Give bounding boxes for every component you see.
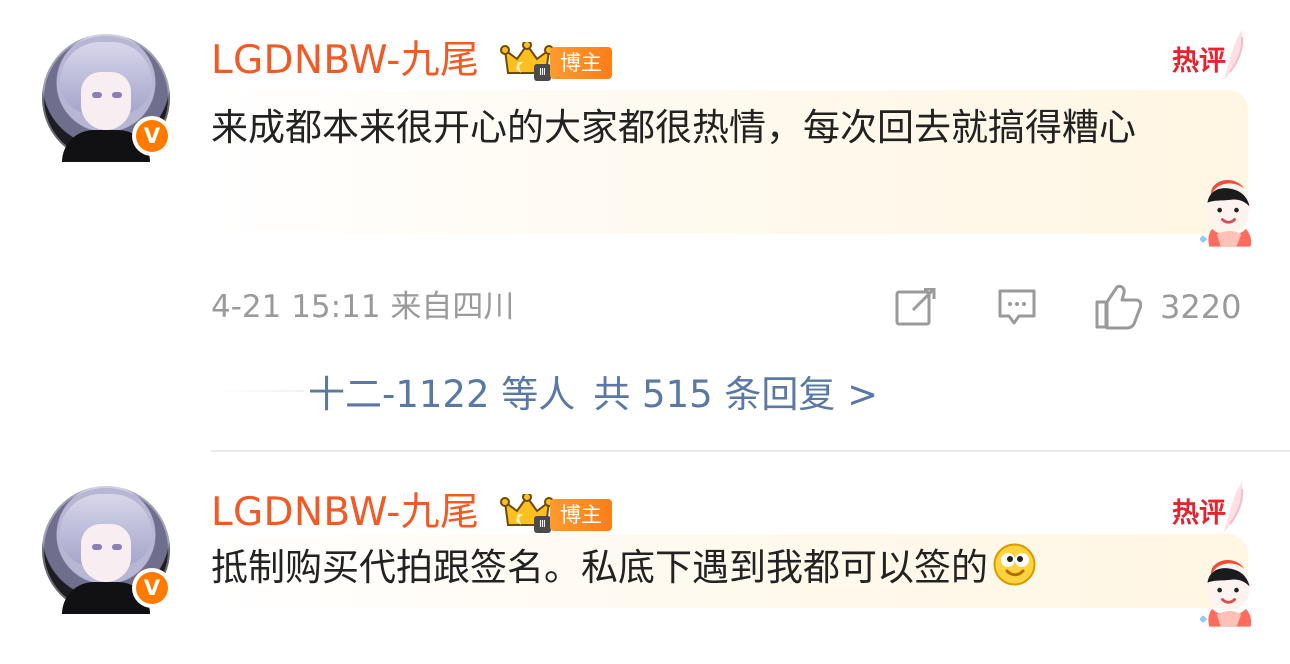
share-icon [895, 288, 936, 326]
verified-icon: V [136, 572, 168, 604]
verified-icon: V [136, 120, 168, 152]
reply-count: 共 515 条回复 > [593, 373, 879, 416]
avatar-left-eye [92, 92, 102, 98]
username[interactable]: LGDNBW-九尾 [211, 36, 479, 86]
username[interactable]: LGDNBW-九尾 [211, 488, 479, 538]
like-button[interactable]: 3220 [1094, 284, 1246, 330]
reply-button[interactable] [996, 286, 1038, 328]
author-badge: 博主 [550, 47, 612, 79]
share-button[interactable] [895, 286, 937, 328]
reply-users: 十二-1122 等人 [308, 373, 576, 416]
hot-comment-wing-icon [1224, 30, 1244, 80]
view-replies-link[interactable]: 十二-1122 等人共 515 条回复 > [308, 374, 878, 416]
cartoon-sticker-icon [1200, 180, 1252, 247]
avatar-right-eye [112, 544, 122, 550]
crown-icon: Ⅲ [500, 494, 554, 534]
crown-level: Ⅲ [534, 516, 551, 533]
comment-content: 来成都本来很开心的大家都很热情，每次回去就搞得糟心 [211, 106, 1136, 149]
avatar-face [81, 524, 131, 582]
user-avatar-2[interactable]: V [42, 486, 172, 614]
like-count: 3220 [1160, 288, 1242, 326]
avatar-left-eye [92, 544, 102, 550]
reply-section-line [214, 390, 304, 392]
verified-badge: V [132, 568, 172, 608]
comment-content: 抵制购买代拍跟签名。私底下遇到我都可以签的 [211, 536, 1201, 599]
crown-icon: Ⅲ [500, 42, 554, 82]
comment-time-location: 4-21 15:11 来自四川 [211, 289, 515, 325]
like-icon [1095, 284, 1142, 330]
comment-text: 抵制购买代拍跟签名。私底下遇到我都可以签的 [211, 546, 988, 589]
smiling-face-icon [992, 542, 1037, 587]
hot-comment-wing-icon [1224, 482, 1244, 532]
comment-icon [998, 289, 1036, 325]
cartoon-sticker-icon [1200, 560, 1252, 627]
verified-badge: V [132, 116, 172, 156]
crown-level: Ⅲ [534, 64, 551, 81]
user-avatar-1[interactable]: V [42, 34, 172, 162]
author-badge: 博主 [550, 499, 612, 531]
comment-card-2: V LGDNBW-九尾 Ⅲ 博主 热评 抵制购买代拍跟签名。私底下遇到我都可以签… [0, 452, 1290, 664]
avatar-right-eye [112, 92, 122, 98]
avatar-face [81, 72, 131, 130]
comment-card-1: V LGDNBW-九尾 Ⅲ 博主 热评 来成都本来很开心的大家都很热情，每次回去… [0, 0, 1290, 450]
